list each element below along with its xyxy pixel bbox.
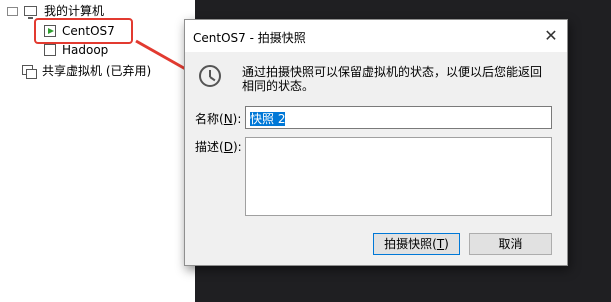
snapshot-name-input[interactable]: 快照 2	[245, 106, 552, 129]
name-label-suffix: ):	[232, 112, 242, 126]
desc-label-suffix: ):	[232, 140, 242, 154]
clock-icon	[199, 65, 221, 87]
name-label-text: 名称(	[195, 112, 224, 126]
selected-name-text: 快照 2	[250, 112, 286, 126]
description-label: 描述(D):	[195, 138, 242, 155]
close-icon[interactable]: ✕	[541, 26, 561, 46]
button-label: 拍摄快照(	[384, 237, 437, 251]
dialog-description: 通过拍摄快照可以保留虚拟机的状态，以便以后您能返回 相同的状态。	[242, 65, 560, 93]
description-line: 通过拍摄快照可以保留虚拟机的状态，以便以后您能返回	[242, 65, 543, 79]
dialog-title: CentOS7 - 拍摄快照	[193, 31, 306, 45]
name-label-accesskey: N	[223, 112, 233, 126]
dialog-title-bar[interactable]: CentOS7 - 拍摄快照 ✕	[185, 20, 567, 52]
desc-label-accesskey: D	[223, 140, 233, 154]
desc-label-text: 描述(	[195, 140, 224, 154]
description-line: 相同的状态。	[242, 79, 315, 93]
cancel-button[interactable]: 取消	[469, 233, 552, 255]
take-snapshot-button[interactable]: 拍摄快照(T)	[373, 233, 460, 255]
button-label-suffix: )	[444, 237, 449, 251]
name-label: 名称(N):	[195, 110, 241, 127]
snapshot-description-input[interactable]	[245, 137, 552, 216]
take-snapshot-dialog: CentOS7 - 拍摄快照 ✕ 通过拍摄快照可以保留虚拟机的状态，以便以后您能…	[184, 19, 568, 266]
